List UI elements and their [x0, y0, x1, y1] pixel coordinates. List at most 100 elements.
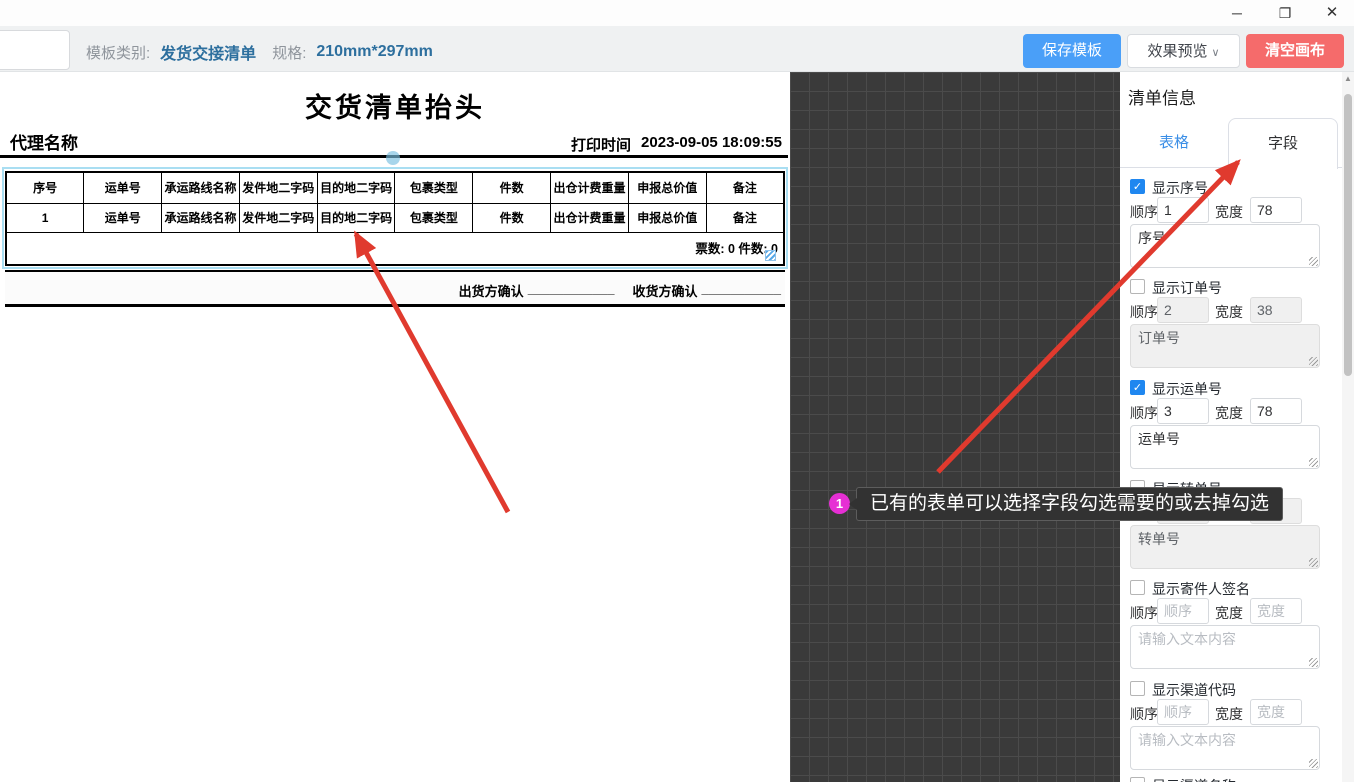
field-checkbox[interactable]: [1130, 681, 1145, 696]
field-label: 显示运单号: [1152, 381, 1222, 397]
tab-field[interactable]: 字段: [1228, 118, 1338, 169]
order-input[interactable]: [1157, 398, 1209, 424]
field-group: 显示渠道代码 顺序 宽度: [1120, 680, 1342, 778]
field-checkbox[interactable]: [1130, 580, 1145, 595]
design-canvas[interactable]: [790, 72, 1120, 782]
table-cell: 承运路线名称: [161, 202, 240, 233]
field-text-wrap: [1130, 726, 1320, 770]
table-cell: 目的地二字码: [316, 202, 396, 233]
field-text-input[interactable]: [1130, 324, 1320, 368]
field-label: 显示寄件人签名: [1152, 581, 1250, 597]
print-time[interactable]: 打印时间 2023-09-05 18:09:55: [571, 134, 782, 155]
field-checkbox[interactable]: [1130, 777, 1145, 782]
table-cell: 出仓计费重量: [550, 202, 629, 233]
order-input[interactable]: [1157, 297, 1209, 323]
maximize-icon[interactable]: ❐: [1272, 4, 1298, 22]
field-text-input[interactable]: [1130, 425, 1320, 469]
table-header-cell: 目的地二字码: [316, 171, 396, 204]
field-text-wrap: [1130, 425, 1320, 469]
close-icon[interactable]: ✕: [1319, 4, 1345, 22]
table-cell: 包裹类型: [394, 202, 474, 233]
clear-canvas-button[interactable]: 清空画布: [1246, 34, 1344, 68]
table-header-cell: 备注: [705, 171, 785, 204]
width-label: 宽度: [1215, 405, 1243, 421]
field-group: 显示渠道名称 顺序 宽度: [1120, 776, 1342, 782]
width-input[interactable]: [1250, 699, 1302, 725]
table-resize-handle[interactable]: [765, 250, 776, 261]
width-input[interactable]: [1250, 598, 1302, 624]
order-input[interactable]: [1157, 197, 1209, 223]
width-label: 宽度: [1215, 605, 1243, 621]
field-text-input[interactable]: [1130, 726, 1320, 770]
width-input[interactable]: [1250, 398, 1302, 424]
width-input[interactable]: [1250, 197, 1302, 223]
order-input[interactable]: [1157, 598, 1209, 624]
table-header-cell: 承运路线名称: [161, 171, 240, 204]
table-header-cell: 序号: [5, 171, 85, 204]
table-cell: 备注: [705, 202, 785, 233]
order-label: 顺序: [1130, 304, 1158, 320]
scroll-up-icon[interactable]: ▲: [1342, 74, 1354, 83]
field-checkbox[interactable]: ✓: [1130, 380, 1145, 395]
save-template-button[interactable]: 保存模板: [1023, 34, 1121, 68]
field-group: ✓ 显示序号 顺序 宽度: [1120, 178, 1342, 276]
table-row: 1 运单号 承运路线名称 发件地二字码 目的地二字码 包裹类型 件数 出仓计费重量 申报总价值备…: [5, 202, 785, 233]
table-cell: 件数: [472, 202, 552, 233]
preview-button[interactable]: 效果预览 ∨: [1127, 34, 1240, 68]
field-text-wrap: [1130, 324, 1320, 368]
field-group: 显示订单号 顺序 宽度: [1120, 278, 1342, 376]
doc-title[interactable]: 交货清单抬头: [0, 86, 790, 125]
window-titlebar: ─ ❐ ✕: [0, 0, 1354, 26]
tab-table[interactable]: 表格: [1120, 118, 1228, 168]
field-label: 显示渠道代码: [1152, 682, 1236, 698]
shipper-sign-line: ____________: [527, 281, 615, 296]
field-text-wrap: [1130, 525, 1320, 569]
field-text-input[interactable]: [1130, 525, 1320, 569]
field-text-input[interactable]: [1130, 625, 1320, 669]
table-cell: 1: [5, 202, 85, 233]
panel-title: 清单信息: [1128, 89, 1196, 108]
chevron-down-icon: ∨: [1211, 47, 1220, 59]
field-text-input[interactable]: [1130, 224, 1320, 268]
spec-value: 210mm*297mm: [316, 43, 433, 60]
width-input[interactable]: [1250, 297, 1302, 323]
selection-dot-handle[interactable]: [386, 151, 400, 165]
tooltip-text: 已有的表单可以选择字段勾选需要的或去掉勾选: [870, 493, 1270, 514]
field-group: ✓ 显示运单号 顺序 宽度: [1120, 379, 1342, 477]
minimize-icon[interactable]: ─: [1224, 4, 1250, 22]
order-label: 顺序: [1130, 605, 1158, 621]
width-label: 宽度: [1215, 706, 1243, 722]
spec-label: 规格:: [272, 44, 307, 62]
table-header-cell: 出仓计费重量: [550, 171, 629, 204]
print-time-label: 打印时间: [571, 137, 632, 154]
annotation-tooltip: 已有的表单可以选择字段勾选需要的或去掉勾选: [849, 487, 1284, 521]
field-checkbox[interactable]: [1130, 279, 1145, 294]
template-name-input[interactable]: [0, 30, 70, 70]
table-header-cell: 运单号: [83, 171, 163, 204]
agent-name-label[interactable]: 代理名称: [10, 129, 78, 154]
table-summary-row[interactable]: 票数: 0 件数: 0: [5, 233, 785, 266]
width-label: 宽度: [1215, 304, 1243, 320]
scrollbar-thumb[interactable]: [1344, 94, 1352, 376]
field-label: 显示订单号: [1152, 280, 1222, 296]
table-header-cell: 包裹类型: [394, 171, 474, 204]
receiver-confirm-label: 收货方确认: [632, 284, 698, 299]
panel-scrollbar[interactable]: ▲: [1342, 72, 1354, 782]
order-input[interactable]: [1157, 699, 1209, 725]
field-group: 显示寄件人签名 顺序 宽度: [1120, 579, 1342, 677]
signature-line: 出货方确认 ____________ 收货方确认 ___________: [459, 281, 781, 300]
annotation-badge: 1: [829, 493, 850, 514]
field-checkbox[interactable]: ✓: [1130, 179, 1145, 194]
table-header-cell: 发件地二字码: [238, 171, 318, 204]
order-label: 顺序: [1130, 204, 1158, 220]
doc-footer-block[interactable]: 出货方确认 ____________ 收货方确认 ___________: [5, 270, 785, 307]
doc-table[interactable]: 序号 运单号 承运路线名称 发件地二字码 目的地二字码 包裹类型 件数 出仓计费重量 申报总价值…: [5, 171, 785, 233]
width-label: 宽度: [1215, 204, 1243, 220]
preview-label: 效果预览: [1147, 43, 1208, 60]
table-cell: 发件地二字码: [238, 202, 318, 233]
table-cell: 运单号: [83, 202, 163, 233]
receiver-sign-line: ___________: [701, 281, 781, 296]
document-preview[interactable]: 交货清单抬头 代理名称 打印时间 2023-09-05 18:09:55 序号运…: [0, 72, 790, 782]
order-label: 顺序: [1130, 405, 1158, 421]
shipper-confirm-label: 出货方确认: [458, 284, 524, 299]
